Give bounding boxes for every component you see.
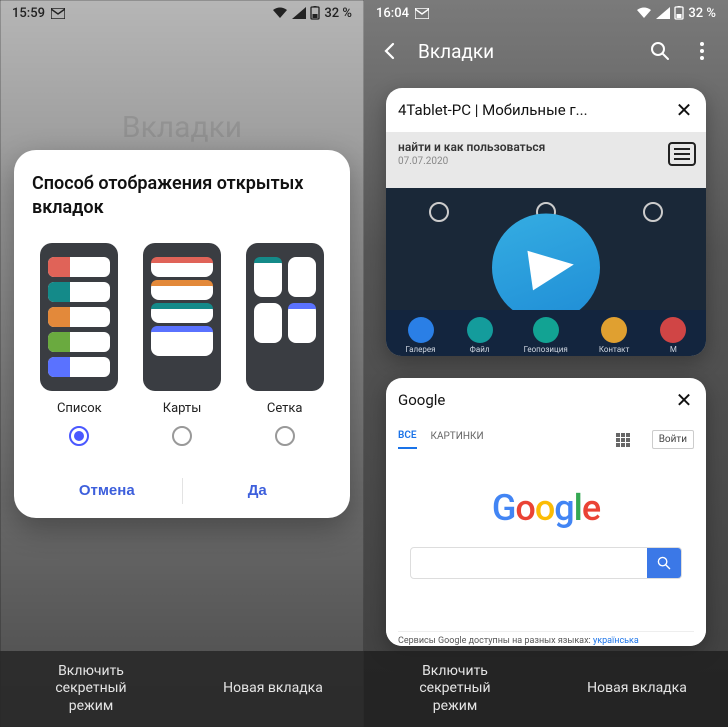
nav-contact: Контакт	[599, 345, 630, 354]
mail-icon	[51, 8, 65, 19]
tab-preview-2: ВСЕ КАРТИНКИ Войти Google Сервисы Google…	[386, 422, 706, 646]
google-footer: Сервисы Google доступны на разных языках…	[398, 631, 694, 646]
option-grid-label: Сетка	[267, 401, 303, 416]
list-preview-icon	[40, 243, 118, 391]
battery-percent: 32 %	[324, 6, 352, 21]
option-cards[interactable]: Карты	[135, 243, 230, 446]
left-screenshot: Вкладки 15:59 32 % Способ отображения от…	[0, 0, 364, 727]
signal-icon	[292, 7, 306, 19]
new-tab-button[interactable]: Новая вкладка	[546, 651, 728, 727]
more-button[interactable]	[688, 37, 716, 65]
ok-button[interactable]: Да	[183, 464, 333, 518]
telegram-icon	[492, 214, 600, 322]
tab-header-1: 4Tablet-PC | Мобильные г... ✕	[386, 88, 706, 132]
google-logo: Google	[398, 487, 694, 529]
status-bar: 16:04 32 %	[364, 0, 728, 26]
layout-options: Список Карты	[32, 243, 332, 446]
cancel-button[interactable]: Отмена	[32, 464, 182, 518]
google-search-bar	[410, 547, 682, 579]
status-bar: 15:59 32 %	[0, 0, 364, 26]
dimmed-title: Вкладки	[0, 110, 364, 145]
radio-list[interactable]	[69, 426, 89, 446]
preview-bottom-nav: Галерея Файл Геопозиция Контакт М	[386, 310, 706, 356]
top-app-bar: Вкладки	[364, 26, 728, 76]
option-cards-label: Карты	[163, 401, 202, 416]
status-time: 15:59	[12, 6, 45, 21]
tab-title-2: Google	[398, 391, 666, 409]
right-screenshot: 16:04 32 % Вкладки	[364, 0, 728, 727]
footer-lang-link: українська	[593, 636, 639, 646]
nav-m: М	[670, 345, 677, 354]
battery-icon	[674, 6, 684, 20]
google-tab-all: ВСЕ	[398, 430, 417, 449]
signal-icon	[656, 7, 670, 19]
google-tabs: ВСЕ КАРТИНКИ Войти	[398, 430, 694, 449]
nav-gallery: Галерея	[406, 345, 436, 354]
new-tab-button[interactable]: Новая вкладка	[182, 651, 364, 727]
tab-preview-1: найти и как пользоваться 07.07.2020 Гале…	[386, 132, 706, 356]
tab-layout-dialog: Способ отображения открытых вкладок Спис…	[14, 150, 350, 518]
appbar-title: Вкладки	[418, 40, 632, 63]
option-list-label: Список	[57, 401, 102, 416]
preview-date: 07.07.2020	[386, 156, 706, 173]
grid-preview-icon	[246, 243, 324, 391]
dialog-actions: Отмена Да	[32, 464, 332, 518]
radio-cards[interactable]	[172, 426, 192, 446]
tab-card-1[interactable]: 4Tablet-PC | Мобильные г... ✕ найти и ка…	[386, 88, 706, 356]
close-tab-1-button[interactable]: ✕	[674, 98, 694, 122]
back-button[interactable]	[376, 37, 404, 65]
search-icon	[647, 548, 681, 578]
hamburger-icon	[668, 142, 696, 166]
status-time: 16:04	[376, 6, 409, 21]
tab-header-2: Google ✕	[386, 378, 706, 422]
preview-dark-area: Галерея Файл Геопозиция Контакт М	[386, 188, 706, 356]
dialog-title: Способ отображения открытых вкладок	[32, 172, 332, 221]
apps-grid-icon	[616, 433, 630, 447]
preview-subtitle: найти и как пользоваться	[386, 132, 706, 156]
battery-percent: 32 %	[688, 6, 716, 21]
secret-mode-button[interactable]: Включить секретный режим	[0, 651, 182, 727]
close-tab-2-button[interactable]: ✕	[674, 388, 694, 412]
battery-icon	[310, 6, 320, 20]
bottom-bar: Включить секретный режим Новая вкладка	[0, 651, 364, 727]
tab-title-1: 4Tablet-PC | Мобильные г...	[398, 101, 666, 119]
wifi-icon	[636, 7, 652, 19]
secret-mode-button[interactable]: Включить секретный режим	[364, 651, 546, 727]
cards-preview-icon	[143, 243, 221, 391]
nav-geo: Геопозиция	[524, 345, 568, 354]
signin-button: Войти	[652, 430, 694, 449]
nav-file: Файл	[470, 345, 490, 354]
tab-card-2[interactable]: Google ✕ ВСЕ КАРТИНКИ Войти Google Серв	[386, 378, 706, 646]
google-tab-images: КАРТИНКИ	[431, 431, 484, 448]
search-button[interactable]	[646, 37, 674, 65]
option-list[interactable]: Список	[32, 243, 127, 446]
mail-icon	[415, 8, 429, 19]
bottom-bar: Включить секретный режим Новая вкладка	[364, 651, 728, 727]
option-grid[interactable]: Сетка	[237, 243, 332, 446]
radio-grid[interactable]	[275, 426, 295, 446]
wifi-icon	[272, 7, 288, 19]
